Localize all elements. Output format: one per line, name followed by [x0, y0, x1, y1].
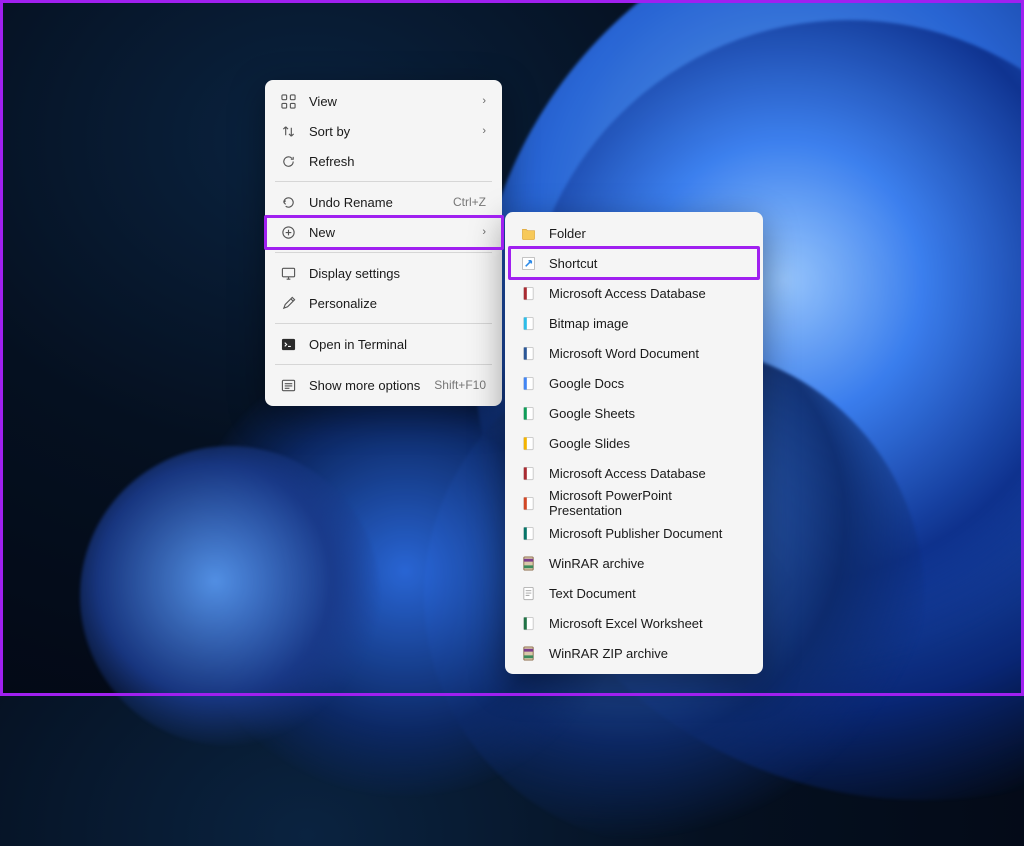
desktop-context-menu: View › Sort by › Refresh Undo Rename Ctr… [265, 80, 502, 406]
menu-label: WinRAR ZIP archive [543, 646, 747, 661]
menu-label: Show more options [303, 378, 434, 393]
menu-label: Personalize [303, 296, 486, 311]
display-icon [281, 265, 303, 281]
menu-label: Text Document [543, 586, 747, 601]
menu-item-display-settings[interactable]: Display settings [271, 258, 496, 288]
file-type-icon [521, 225, 543, 241]
menu-label: Bitmap image [543, 316, 747, 331]
menu-item-undo-rename[interactable]: Undo Rename Ctrl+Z [271, 187, 496, 217]
menu-item-open-terminal[interactable]: Open in Terminal [271, 329, 496, 359]
menu-item-personalize[interactable]: Personalize [271, 288, 496, 318]
menu-label: Microsoft Access Database [543, 286, 747, 301]
submenu-item[interactable]: Microsoft Excel Worksheet [511, 608, 757, 638]
submenu-item[interactable]: WinRAR archive [511, 548, 757, 578]
submenu-item[interactable]: Microsoft Access Database [511, 278, 757, 308]
menu-label: Google Docs [543, 376, 747, 391]
file-type-icon [521, 615, 543, 631]
file-type-icon [521, 555, 543, 571]
menu-hint: Shift+F10 [434, 378, 486, 392]
file-type-icon [521, 465, 543, 481]
file-type-icon [521, 255, 543, 271]
menu-label: Microsoft Publisher Document [543, 526, 747, 541]
new-submenu: Folder Shortcut Microsoft Access Database B… [505, 212, 763, 674]
more-icon [281, 377, 303, 393]
submenu-item[interactable]: Bitmap image [511, 308, 757, 338]
submenu-item[interactable]: WinRAR ZIP archive [511, 638, 757, 668]
menu-item-show-more-options[interactable]: Show more options Shift+F10 [271, 370, 496, 400]
menu-separator [275, 252, 492, 253]
chevron-right-icon: › [482, 125, 486, 137]
menu-label: Display settings [303, 266, 486, 281]
file-type-icon [521, 405, 543, 421]
submenu-item[interactable]: Microsoft Access Database [511, 458, 757, 488]
submenu-item[interactable]: Text Document [511, 578, 757, 608]
file-type-icon [521, 345, 543, 361]
menu-label: Undo Rename [303, 195, 453, 210]
file-type-icon [521, 315, 543, 331]
menu-label: Microsoft PowerPoint Presentation [543, 488, 747, 518]
menu-label: WinRAR archive [543, 556, 747, 571]
chevron-right-icon: › [482, 95, 486, 107]
menu-separator [275, 181, 492, 182]
menu-separator [275, 364, 492, 365]
file-type-icon [521, 495, 543, 511]
file-type-icon [521, 285, 543, 301]
submenu-item[interactable]: Google Sheets [511, 398, 757, 428]
menu-item-view[interactable]: View › [271, 86, 496, 116]
menu-label: Shortcut [543, 256, 747, 271]
menu-label: Sort by [303, 124, 482, 139]
menu-hint: Ctrl+Z [453, 195, 486, 209]
menu-label: Microsoft Word Document [543, 346, 747, 361]
submenu-item[interactable]: Folder [511, 218, 757, 248]
menu-item-sort-by[interactable]: Sort by › [271, 116, 496, 146]
menu-label: Refresh [303, 154, 486, 169]
file-type-icon [521, 375, 543, 391]
terminal-icon [281, 336, 303, 352]
menu-separator [275, 323, 492, 324]
menu-label: New [303, 225, 482, 240]
submenu-item[interactable]: Google Docs [511, 368, 757, 398]
menu-label: Google Sheets [543, 406, 747, 421]
menu-label: Microsoft Access Database [543, 466, 747, 481]
menu-label: Microsoft Excel Worksheet [543, 616, 747, 631]
submenu-item[interactable]: Microsoft Word Document [511, 338, 757, 368]
file-type-icon [521, 525, 543, 541]
file-type-icon [521, 435, 543, 451]
new-icon [281, 224, 303, 240]
submenu-item[interactable]: Microsoft PowerPoint Presentation [511, 488, 757, 518]
file-type-icon [521, 645, 543, 661]
menu-item-refresh[interactable]: Refresh [271, 146, 496, 176]
grid-icon [281, 93, 303, 109]
undo-icon [281, 194, 303, 210]
submenu-item[interactable]: Microsoft Publisher Document [511, 518, 757, 548]
menu-label: Open in Terminal [303, 337, 486, 352]
menu-label: Google Slides [543, 436, 747, 451]
chevron-right-icon: › [482, 226, 486, 238]
menu-label: Folder [543, 226, 747, 241]
file-type-icon [521, 585, 543, 601]
refresh-icon [281, 153, 303, 169]
background-swirl [80, 446, 380, 746]
sort-icon [281, 123, 303, 139]
personalize-icon [281, 295, 303, 311]
menu-label: View [303, 94, 482, 109]
submenu-item[interactable]: Shortcut [511, 248, 757, 278]
menu-item-new[interactable]: New › [271, 217, 496, 247]
submenu-item[interactable]: Google Slides [511, 428, 757, 458]
